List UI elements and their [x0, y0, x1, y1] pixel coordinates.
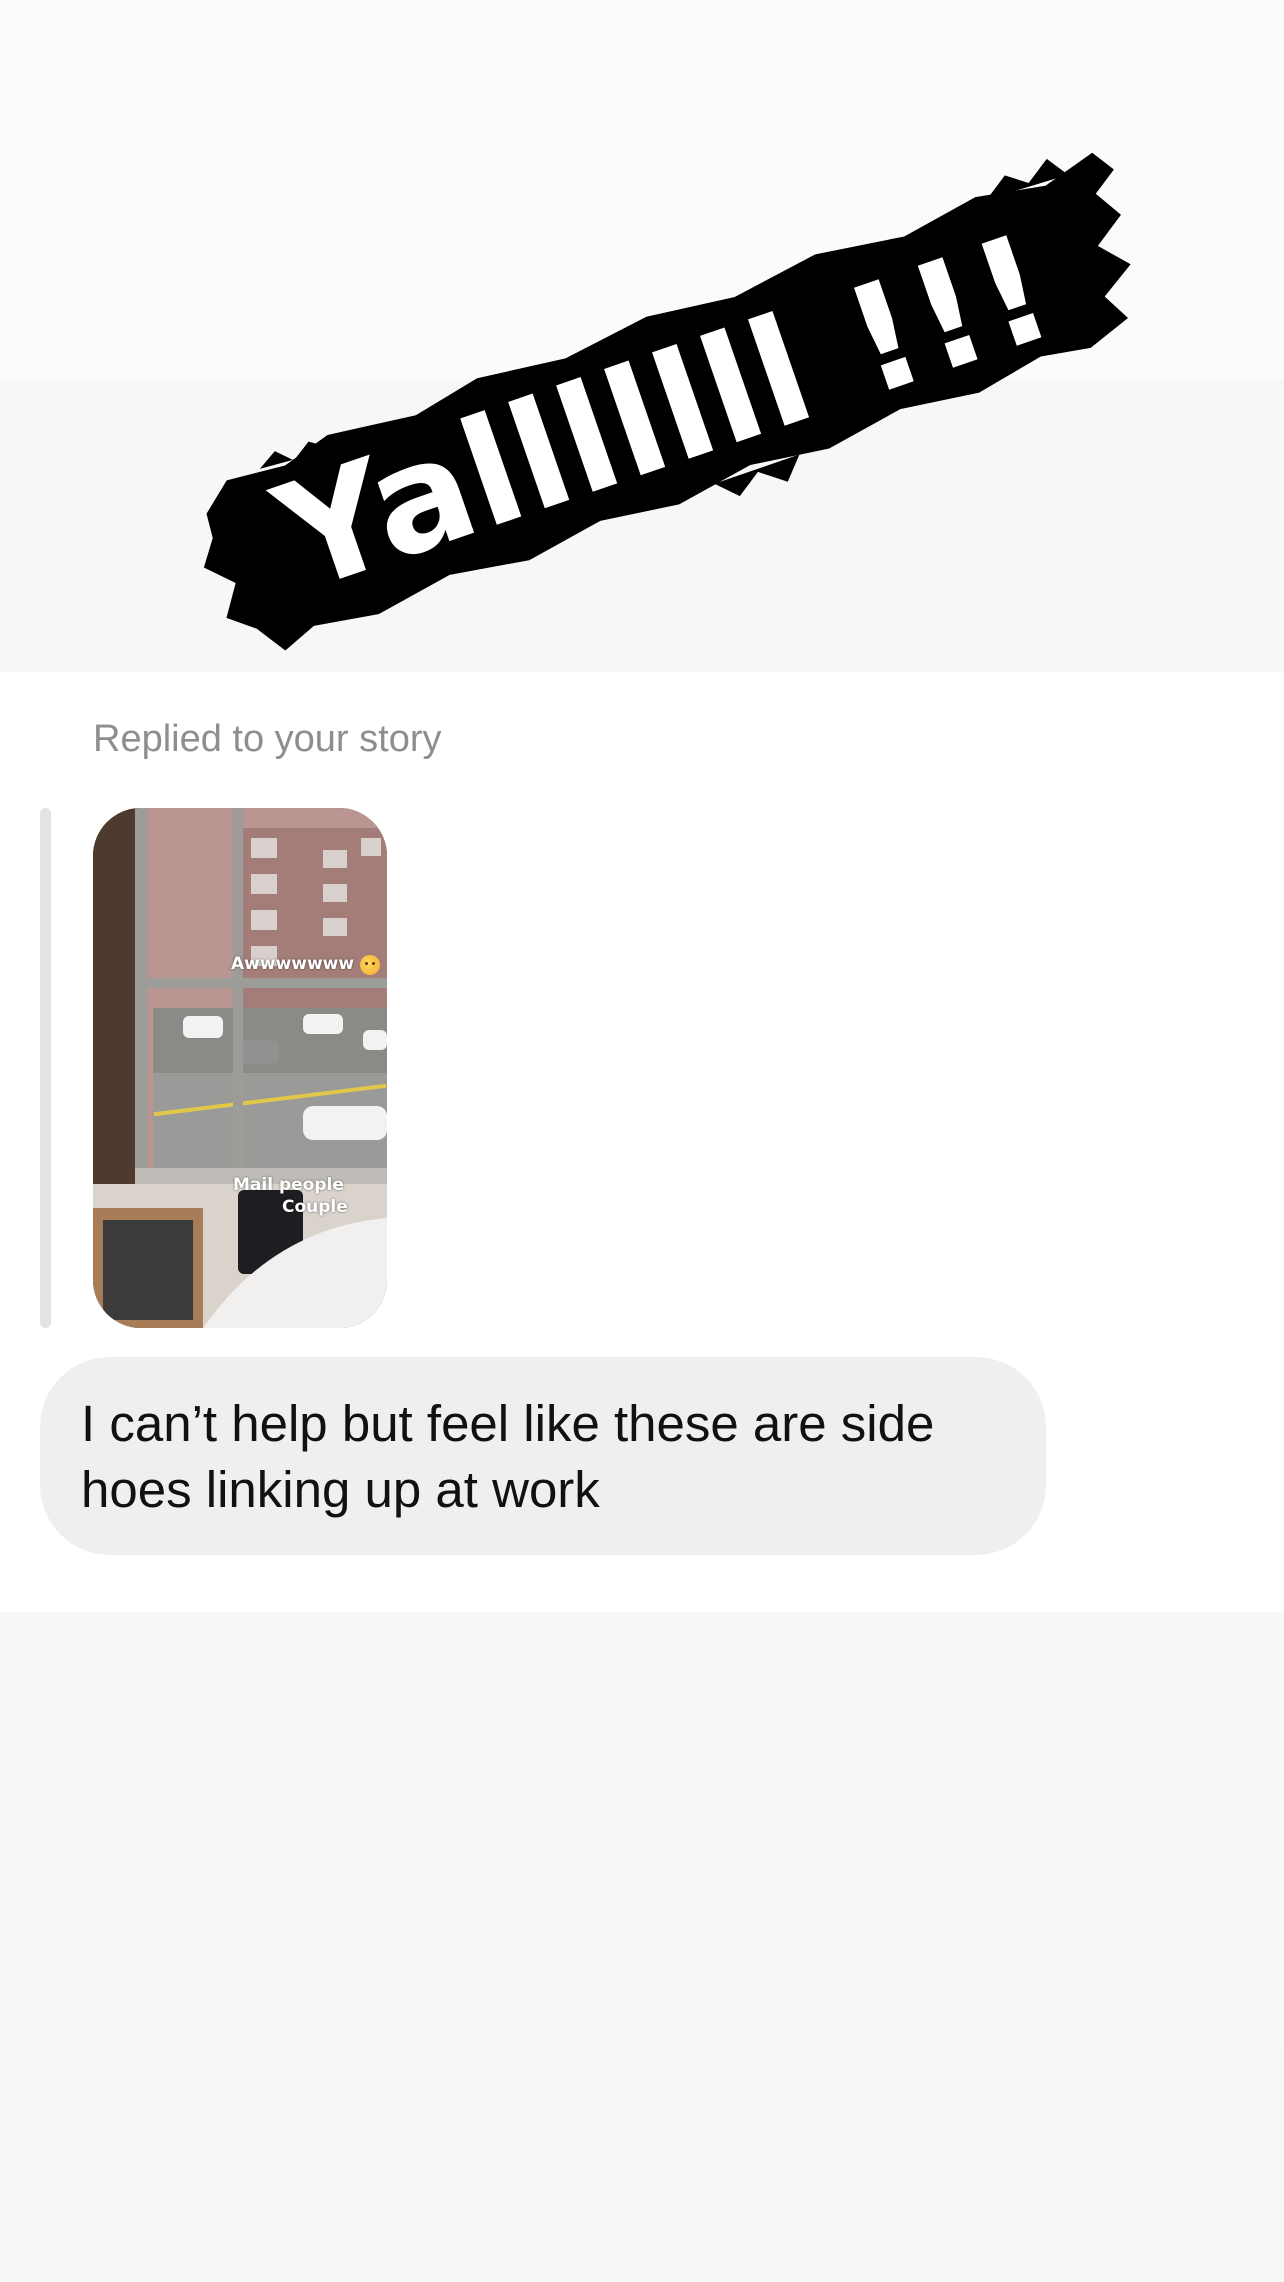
story-preview-image — [93, 808, 387, 1328]
story-overlay-text-top: Awwwwwww — [231, 955, 381, 975]
story-overlay-text-couple: Couple — [282, 1197, 348, 1217]
reply-indicator-bar — [40, 808, 51, 1328]
message-bubble[interactable]: I can’t help but feel like these are sid… — [40, 1357, 1046, 1555]
smiling-face-with-hearts-icon — [360, 955, 381, 975]
empty-thread-space — [0, 1612, 1284, 2282]
story-preview-thumbnail[interactable]: Awwwwwww Mail people Couple — [93, 808, 387, 1328]
sticker-text: Yalllllll !!! — [256, 201, 1073, 626]
story-sticker: Yalllllll !!! — [165, 130, 1185, 670]
replied-to-story-label: Replied to your story — [93, 718, 442, 760]
story-overlay-text-mail: Mail people — [233, 1175, 344, 1195]
message-text: I can’t help but feel like these are sid… — [81, 1395, 935, 1518]
